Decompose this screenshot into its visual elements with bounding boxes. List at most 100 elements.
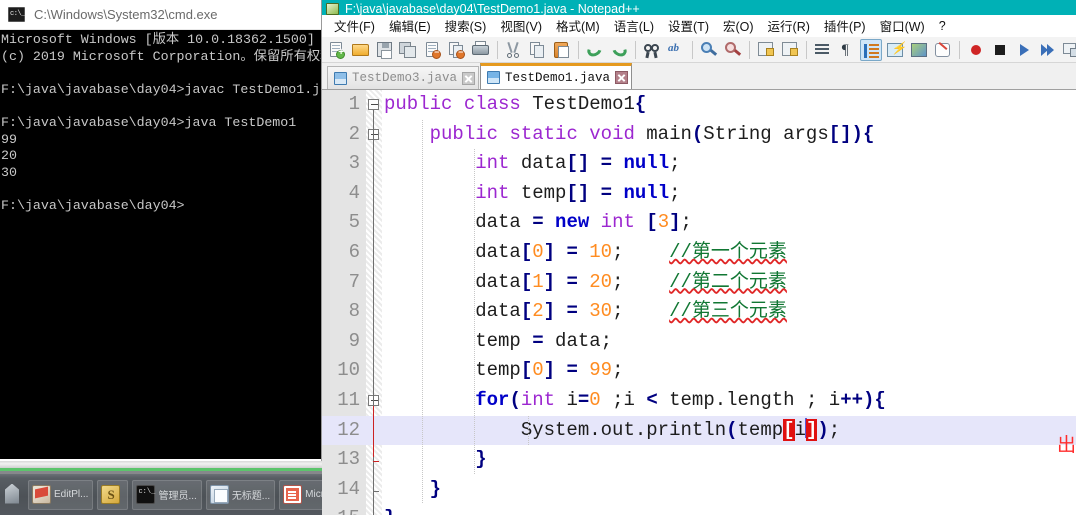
taskbar-item-label: Micro... [305, 489, 322, 500]
menu-item-3[interactable]: 搜索(S) [438, 14, 494, 37]
npp-tabbar[interactable]: TestDemo3.java TestDemo1.java [322, 63, 1076, 90]
print-icon[interactable] [470, 39, 492, 61]
code-line-9[interactable]: 9 temp = data; [322, 327, 1076, 357]
find-icon[interactable] [641, 39, 663, 61]
start-button[interactable] [2, 480, 24, 510]
sync-horizontal-scroll-icon[interactable] [779, 39, 801, 61]
menu-item-10[interactable]: 插件(P) [817, 14, 873, 37]
zoom-out-icon[interactable] [722, 39, 744, 61]
code-text: data = new int [3]; [475, 211, 692, 234]
menu-item-6[interactable]: 语言(L) [607, 14, 661, 37]
show-all-characters-icon[interactable]: ¶ [836, 39, 858, 61]
user-defined-language-icon[interactable] [884, 39, 906, 61]
menu-item-4[interactable]: 视图(V) [493, 14, 549, 37]
toolbar-separator [497, 40, 498, 59]
cut-icon[interactable] [503, 39, 525, 61]
menu-item-1[interactable]: 文件(F) [327, 14, 382, 37]
menu-item-11[interactable]: 窗口(W) [873, 14, 932, 37]
word-wrap-icon[interactable] [812, 39, 834, 61]
open-file-icon[interactable] [350, 39, 372, 61]
code-line-15[interactable]: 15} [322, 504, 1076, 515]
new-file-icon[interactable] [326, 39, 348, 61]
menu-item-8[interactable]: 宏(O) [716, 14, 761, 37]
toolbar-separator [692, 40, 693, 59]
cmd-console-icon [136, 485, 156, 504]
paste-icon[interactable] [551, 39, 573, 61]
close-icon[interactable] [462, 71, 476, 85]
menu-item-9[interactable]: 运行(R) [761, 14, 817, 37]
document-map-icon[interactable] [908, 39, 930, 61]
zoom-in-icon[interactable] [698, 39, 720, 61]
tab-TestDemo3-java[interactable]: TestDemo3.java [327, 66, 480, 89]
undo-icon[interactable] [584, 39, 606, 61]
code-line-5[interactable]: 5 data = new int [3]; [322, 208, 1076, 238]
code-line-14[interactable]: 14 } [322, 475, 1076, 505]
fold-guide-line [373, 406, 374, 458]
microsoft-office-icon [283, 485, 303, 504]
code-line-6[interactable]: 6 data[0] = 10; //第一个元素 [322, 238, 1076, 268]
tab-label: TestDemo1.java [505, 70, 611, 85]
code-text: data[0] = 10; //第一个元素 [475, 240, 787, 263]
code-line-7[interactable]: 7 data[1] = 20; //第二个元素 [322, 268, 1076, 298]
line-number: 7 [348, 270, 360, 293]
menu-item-5[interactable]: 格式(M) [549, 14, 607, 37]
npp-toolbar[interactable]: ab¶AB [322, 37, 1076, 63]
copy-icon[interactable] [527, 39, 549, 61]
npp-menubar[interactable]: 文件(F) 编辑(E) 搜索(S) 视图(V) 格式(M) 语言(L) 设置(T) 宏(O) 运… [322, 15, 1076, 37]
taskbar-item-notepad[interactable]: 无标题... [205, 479, 276, 510]
cmd-window-title: C:\Windows\System32\cmd.exe [34, 7, 218, 22]
code-text: temp[0] = 99; [475, 359, 624, 382]
toolbar-separator [578, 40, 579, 59]
save-macro-icon[interactable] [1061, 39, 1076, 61]
taskbar-item-snipaste[interactable] [97, 479, 129, 510]
code-text: data[1] = 20; //第二个元素 [475, 270, 787, 293]
run-macro-multiple-icon[interactable] [1037, 39, 1059, 61]
play-macro-icon[interactable] [1013, 39, 1035, 61]
save-icon[interactable] [374, 39, 396, 61]
taskbar-item-editplus[interactable]: EditPl... [28, 479, 94, 510]
code-text: System.out.println(temp[i]); [520, 417, 841, 441]
function-list-icon[interactable] [932, 39, 954, 61]
code-text: public class TestDemo1{ [384, 93, 647, 115]
line-number: 9 [348, 329, 360, 352]
cmd-titlebar[interactable]: C:\Windows\System32\cmd.exe [0, 0, 321, 30]
console-icon [8, 7, 25, 22]
line-number: 15 [322, 504, 360, 515]
save-all-icon[interactable] [398, 39, 420, 61]
replace-icon[interactable]: ab [665, 39, 687, 61]
code-line-1[interactable]: 1 public class TestDemo1{ [322, 90, 1076, 120]
code-line-4[interactable]: 4 int temp[] = null; [322, 179, 1076, 209]
npp-titlebar[interactable]: F:\java\javabase\day04\TestDemo1.java - … [322, 0, 1076, 15]
code-line-12[interactable]: 12 System.out.println(temp[i]); [322, 415, 1076, 446]
menu-item-7[interactable]: 设置(T) [661, 14, 716, 37]
record-macro-icon[interactable] [965, 39, 987, 61]
line-number: 10 [337, 359, 360, 382]
close-icon[interactable] [615, 71, 629, 84]
sync-vertical-scroll-icon[interactable] [755, 39, 777, 61]
windows-taskbar[interactable]: EditPl... 管理员... 无标题... Micro... [0, 474, 322, 515]
close-all-files-icon[interactable] [446, 39, 468, 61]
code-line-13[interactable]: 13 } [322, 445, 1076, 475]
cmd-console-output[interactable]: Microsoft Windows [版本 10.0.18362.1500] (c… [0, 30, 321, 459]
code-line-10[interactable]: 10 temp[0] = 99; [322, 356, 1076, 386]
taskbar-item-office[interactable]: Micro... [279, 479, 322, 510]
code-editor[interactable]: 1 public class TestDemo1{2 public static … [322, 90, 1076, 515]
code-line-2[interactable]: 2 public static void main(String args[])… [322, 120, 1076, 150]
menu-item-2[interactable]: 编辑(E) [382, 14, 438, 37]
toolbar-separator [635, 40, 636, 59]
code-line-8[interactable]: 8 data[2] = 30; //第三个元素 [322, 297, 1076, 327]
fold-toggle-icon[interactable] [368, 99, 379, 110]
close-file-icon[interactable] [422, 39, 444, 61]
code-line-3[interactable]: 3 int data[] = null; [322, 149, 1076, 179]
code-line-11[interactable]: 11 for(int i=0 ;i < temp.length ; i++){ [322, 386, 1076, 416]
redo-icon[interactable] [608, 39, 630, 61]
toolbar-separator [749, 40, 750, 59]
taskbar-item-cmd[interactable]: 管理员... [132, 479, 202, 510]
tab-TestDemo1-java[interactable]: TestDemo1.java [480, 63, 633, 89]
indent-guide-icon[interactable] [860, 38, 882, 61]
fold-guide-end [373, 490, 379, 492]
stop-recording-icon[interactable] [989, 39, 1011, 61]
menu-item-12[interactable]: ? [932, 17, 953, 35]
code-lines[interactable]: 1 public class TestDemo1{2 public static … [322, 90, 1076, 515]
